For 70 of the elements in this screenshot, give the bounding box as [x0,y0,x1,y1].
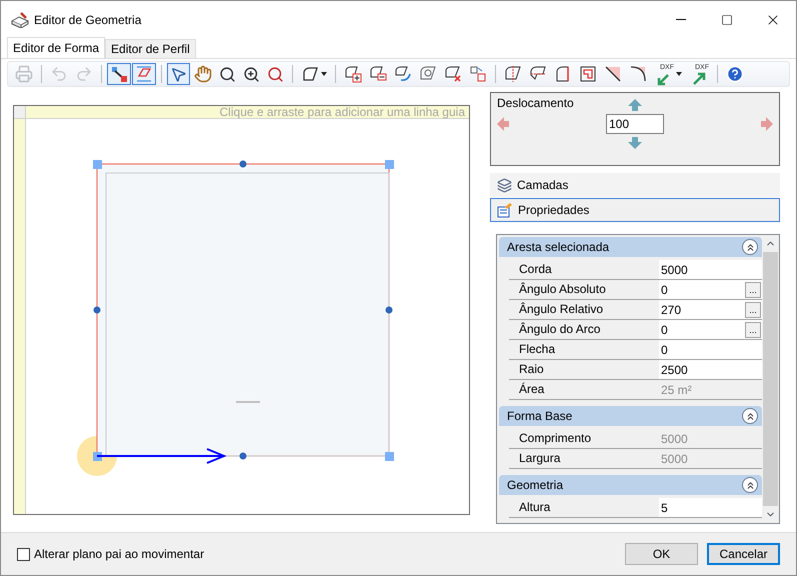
offset-field[interactable]: 100 [606,114,664,134]
zoom-in-icon [243,66,260,82]
shape-plus-icon [344,65,362,83]
dialog-button[interactable]: OK [625,543,698,565]
property-value[interactable]: 2500 [659,360,762,379]
shape-icon [301,65,319,83]
property-value[interactable]: 5 [659,498,762,517]
shape-minus-icon [369,65,387,83]
section-header[interactable]: Aresta selecionada [499,237,762,257]
property-value[interactable]: 5000 [659,260,762,279]
ellipsis-button[interactable]: ... [745,322,761,338]
panel-tab[interactable]: Propriedades [490,198,780,222]
property-label: Ângulo Relativo [518,301,604,318]
corner-round-icon [629,65,647,83]
magnifier-icon [219,66,236,82]
printer-icon [15,65,33,83]
window-title: Editor de Geometria [34,12,142,28]
polygon-edit-icon [135,65,153,83]
tool-button[interactable] [107,63,131,85]
shape-rotate-icon [394,65,412,83]
section-title: Aresta selecionada [507,239,610,256]
shape-split-icon [504,65,522,83]
property-value[interactable]: 0 ... [659,280,762,299]
undo-icon [50,65,68,83]
property-label: Ângulo Absoluto [518,281,607,298]
tool-button[interactable] [167,63,190,85]
ellipsis-button[interactable]: ... [745,282,761,298]
squares-icon [469,65,487,83]
pencil-icon [110,65,128,83]
caret-icon [676,72,682,76]
app-icon [11,12,29,28]
property-label: Altura [518,499,552,516]
corner-cut-icon [604,65,622,83]
offset-title: Deslocamento [497,95,574,112]
panel-tab[interactable]: Camadas [490,173,780,197]
checkbox[interactable] [17,548,30,560]
property-value[interactable]: 270 ... [659,300,762,319]
pointer-icon [170,66,187,82]
magnifier-icon [267,66,284,82]
maximize-icon [721,14,733,26]
minimize-icon [676,19,686,20]
help-icon [726,65,744,83]
layers-icon [497,178,512,192]
redo-icon [75,65,93,83]
section-title: Geometria [507,477,564,494]
hand-icon [194,65,212,83]
tab[interactable]: Editor de Forma [7,37,106,58]
property-label: Largura [518,450,562,467]
dialog-button[interactable]: Cancelar [707,543,780,565]
property-label: Flecha [518,341,556,358]
section-header[interactable]: Geometria [499,475,762,495]
section-header[interactable]: Forma Base [499,406,762,426]
property-label: Área [518,381,546,398]
note-icon [497,202,513,218]
section-title: Forma Base [507,408,572,425]
caret-icon [321,72,327,76]
checkbox-label: Alterar plano pai ao movimentar [34,546,204,563]
property-value[interactable]: 0 [659,340,762,359]
property-label: Corda [518,261,553,278]
shape-delete-icon [444,65,462,83]
property-label: Ângulo do Arco [518,321,602,338]
property-label: Raio [518,361,545,378]
property-value[interactable]: 0 ... [659,320,762,339]
ellipsis-button[interactable]: ... [745,302,761,318]
square-inset-icon [579,65,597,83]
guide-hint: Clique e arraste para adicionar uma linha guia [220,106,465,118]
shape-edge-icon [554,65,572,83]
tab[interactable]: Editor de Perfil [105,39,196,58]
property-label: Comprimento [518,430,592,447]
ruler-corner [14,106,26,119]
